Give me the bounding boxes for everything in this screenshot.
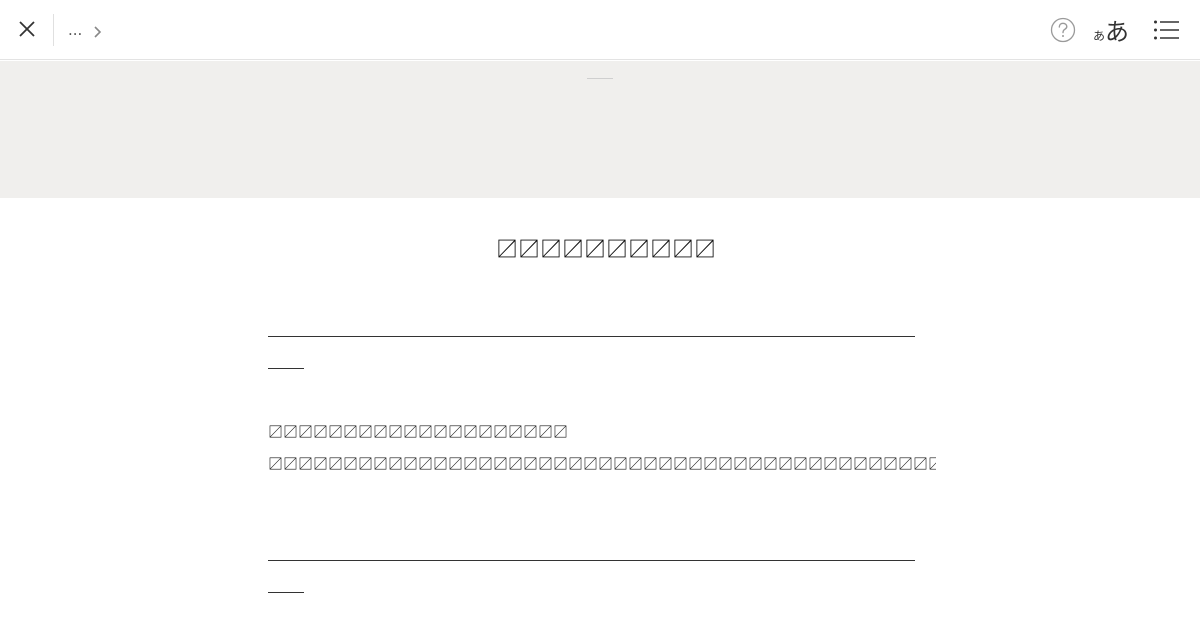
close-icon bbox=[19, 21, 35, 37]
help-circle-icon bbox=[1050, 17, 1076, 43]
font-size-small-glyph: あ bbox=[1093, 29, 1106, 43]
separator-rule bbox=[268, 592, 304, 593]
breadcrumb-ellipsis[interactable]: ... bbox=[68, 21, 82, 39]
separator-rule bbox=[268, 368, 304, 369]
separator-rule bbox=[268, 560, 915, 561]
close-button[interactable] bbox=[14, 16, 42, 44]
article-paragraph: 〼〼〼〼〼〼〼〼〼〼〼〼〼〼〼〼〼〼〼〼〼〼〼〼〼〼〼〼〼〼〼〼〼〼〼〼〼〼〼〼… bbox=[268, 455, 936, 473]
top-toolbar: ... あ あ bbox=[0, 0, 1200, 60]
table-of-contents-button[interactable] bbox=[1152, 17, 1180, 43]
chevron-right-icon bbox=[94, 25, 102, 38]
header-image-area bbox=[0, 61, 1200, 198]
font-size-button[interactable]: あ あ bbox=[1090, 12, 1134, 48]
image-placeholder-line bbox=[587, 78, 613, 79]
article-paragraph: 〼〼〼〼〼〼〼〼〼〼〼〼〼〼〼〼〼〼〼〼〼〼〼〼〼〼〼〼〼〼〼〼〼〼〼〼〼〼〼〼… bbox=[268, 423, 568, 441]
toolbar-divider bbox=[53, 14, 54, 46]
breadcrumb[interactable]: ... bbox=[68, 18, 104, 42]
article-body: 〼〼〼〼〼〼〼〼〼〼 〼〼〼〼〼〼〼〼〼〼〼〼〼〼〼〼〼〼〼〼〼 〼〼〼〼〼〼〼〼… bbox=[0, 198, 1200, 630]
article-title: 〼〼〼〼〼〼〼〼〼〼 bbox=[495, 238, 716, 263]
separator-rule bbox=[268, 336, 915, 337]
font-size-large-glyph: あ bbox=[1105, 18, 1130, 46]
help-button[interactable] bbox=[1050, 17, 1076, 43]
list-icon bbox=[1154, 20, 1179, 40]
